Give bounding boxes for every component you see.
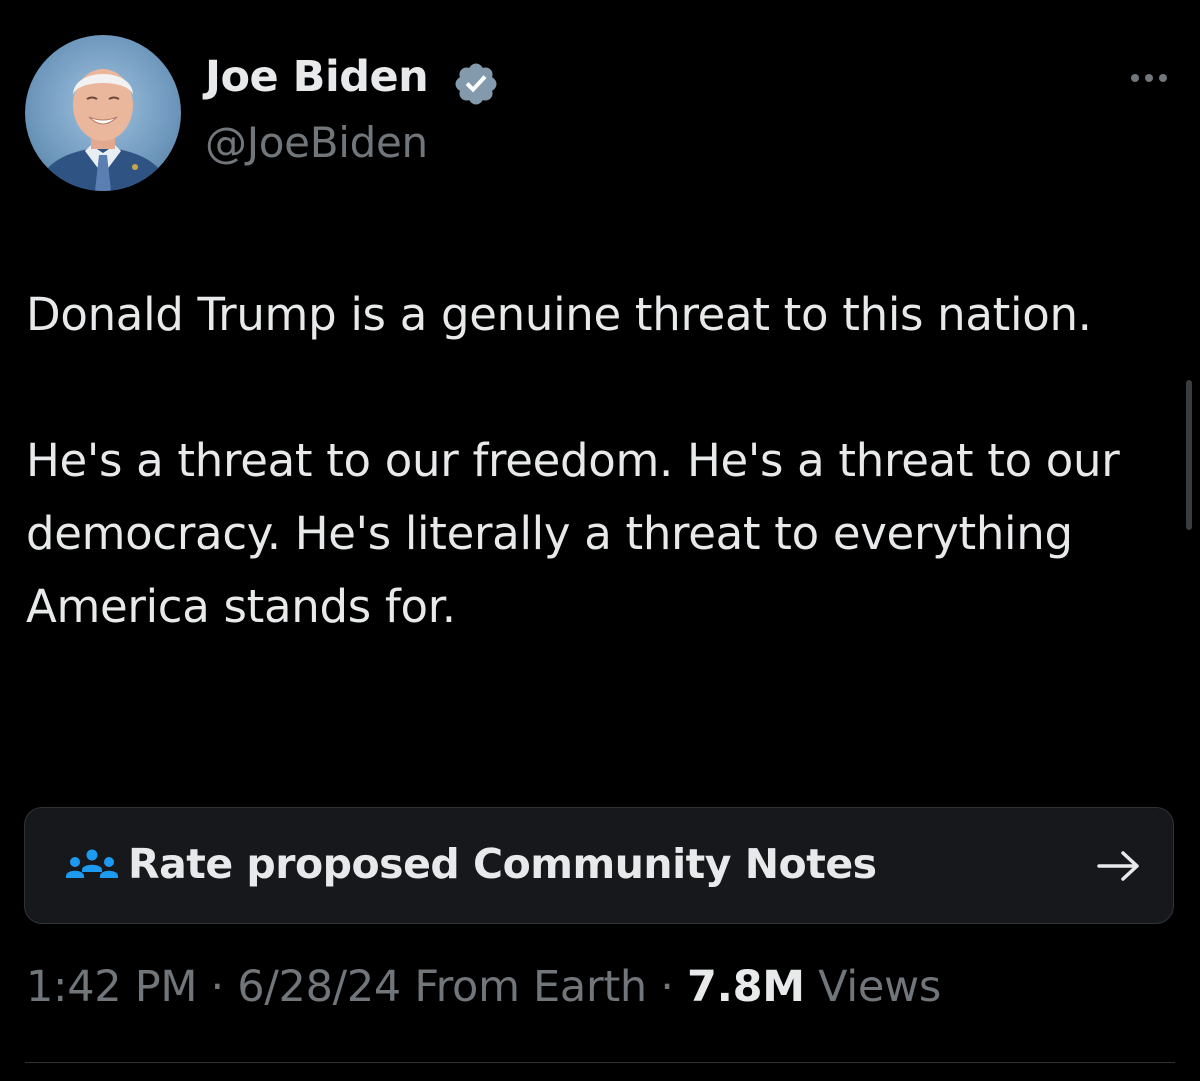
tweet-paragraph: He's a threat to our freedom. He's a thr… xyxy=(26,434,1120,633)
tweet-paragraph: Donald Trump is a genuine threat to this… xyxy=(26,288,1092,341)
views-count[interactable]: 7.8M xyxy=(687,962,805,1012)
community-notes-button[interactable]: Rate proposed Community Notes xyxy=(24,807,1174,924)
tweet-text: Donald Trump is a genuine threat to this… xyxy=(26,278,1146,643)
user-handle[interactable]: @JoeBiden xyxy=(205,118,428,167)
avatar-photo xyxy=(35,69,171,191)
avatar[interactable] xyxy=(25,35,181,191)
tweet-date[interactable]: 6/28/24 xyxy=(237,962,401,1012)
meta-separator: · xyxy=(197,962,238,1012)
people-group-icon xyxy=(66,849,118,878)
more-dot xyxy=(1145,74,1153,82)
community-notes-label: Rate proposed Community Notes xyxy=(128,840,877,888)
tweet-meta: 1:42 PM · 6/28/24 From Earth · 7.8M View… xyxy=(26,962,941,1012)
arrow-right-icon xyxy=(1097,851,1139,881)
scrollbar[interactable] xyxy=(1186,380,1192,530)
verified-badge-icon[interactable] xyxy=(452,60,500,108)
tweet-time[interactable]: 1:42 PM xyxy=(26,962,197,1012)
divider xyxy=(25,1062,1175,1063)
views-label: Views xyxy=(804,962,942,1012)
more-dot xyxy=(1159,74,1167,82)
meta-separator: · xyxy=(646,962,687,1012)
more-options-icon[interactable] xyxy=(1125,66,1173,90)
tweet-source: From Earth xyxy=(400,962,647,1012)
more-dot xyxy=(1131,74,1139,82)
display-name[interactable]: Joe Biden xyxy=(205,52,429,102)
